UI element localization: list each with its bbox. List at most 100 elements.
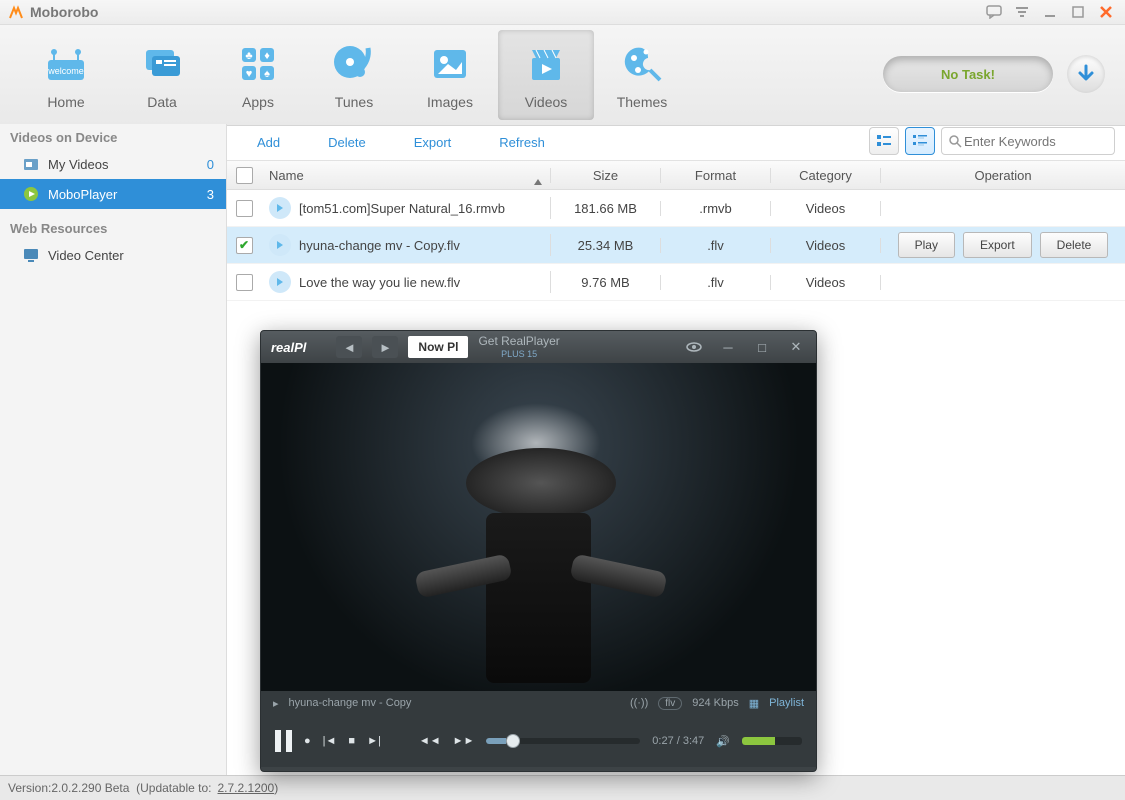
file-size: 181.66 MB xyxy=(551,201,661,216)
view-detail-button[interactable] xyxy=(905,127,935,155)
file-category: Videos xyxy=(771,275,881,290)
nav-label: Tunes xyxy=(335,94,373,110)
svg-text:welcome: welcome xyxy=(47,66,84,76)
sidebar-item-label: MoboPlayer xyxy=(48,187,117,202)
maximize-icon[interactable] xyxy=(1067,3,1089,21)
apps-icon: ♣♦♥♠ xyxy=(234,40,282,88)
version-label: Version: xyxy=(8,781,51,795)
app-title: Moborobo xyxy=(30,4,98,20)
file-format: .flv xyxy=(661,275,771,290)
playlist-icon[interactable]: ▦ xyxy=(749,697,759,710)
col-category[interactable]: Category xyxy=(771,168,881,183)
player-forward-icon[interactable]: ► xyxy=(372,336,398,358)
table-row[interactable]: Love the way you lie new.flv 9.76 MB .fl… xyxy=(227,264,1125,301)
next-button[interactable]: ►| xyxy=(367,735,381,747)
prev-button[interactable]: |◄ xyxy=(323,735,337,747)
file-name: hyuna-change mv - Copy.flv xyxy=(299,238,460,253)
row-export-button[interactable]: Export xyxy=(963,232,1032,258)
action-delete[interactable]: Delete xyxy=(328,135,366,150)
select-all-checkbox[interactable] xyxy=(236,167,253,184)
table-row[interactable]: hyuna-change mv - Copy.flv 25.34 MB .flv… xyxy=(227,227,1125,264)
pause-button[interactable] xyxy=(275,730,292,752)
realplayer-logo: realPl xyxy=(271,340,306,355)
row-checkbox[interactable] xyxy=(236,237,253,254)
player-bitrate: 924 Kbps xyxy=(692,697,738,709)
seek-knob[interactable] xyxy=(506,734,520,748)
video-file-icon xyxy=(269,234,291,256)
codec-badge: flv xyxy=(658,697,682,710)
player-maximize-icon[interactable]: □ xyxy=(752,339,772,355)
file-size: 25.34 MB xyxy=(551,238,661,253)
chat-icon[interactable] xyxy=(983,3,1005,21)
search-input[interactable] xyxy=(962,133,1086,150)
volume-icon[interactable]: 🔊 xyxy=(716,735,730,748)
col-name[interactable]: Name xyxy=(261,168,551,183)
video-file-icon xyxy=(269,271,291,293)
col-format[interactable]: Format xyxy=(661,168,771,183)
view-list-button[interactable] xyxy=(869,127,899,155)
close-icon[interactable] xyxy=(1095,3,1117,21)
playlist-label[interactable]: Playlist xyxy=(769,697,804,709)
row-checkbox[interactable] xyxy=(236,274,253,291)
row-checkbox[interactable] xyxy=(236,200,253,217)
player-minimize-icon[interactable]: ─ xyxy=(718,339,738,355)
sidebar-item-count: 0 xyxy=(207,157,214,172)
task-status-pill[interactable]: No Task! xyxy=(883,56,1053,92)
title-bar: Moborobo xyxy=(0,0,1125,25)
eye-icon[interactable] xyxy=(684,339,704,355)
sidebar-item-myvideos[interactable]: My Videos 0 xyxy=(0,149,226,179)
menu-icon[interactable] xyxy=(1011,3,1033,21)
action-refresh[interactable]: Refresh xyxy=(499,135,545,150)
row-delete-button[interactable]: Delete xyxy=(1040,232,1109,258)
player-close-icon[interactable]: ✕ xyxy=(786,339,806,355)
action-export[interactable]: Export xyxy=(414,135,452,150)
nav-apps[interactable]: ♣♦♥♠ Apps xyxy=(210,30,306,120)
media-player-window[interactable]: realPl ◄ ► Now Pl Get RealPlayerPLUS 15 … xyxy=(260,330,817,772)
sidebar-item-label: My Videos xyxy=(48,157,108,172)
player-now-playing-tab[interactable]: Now Pl xyxy=(408,336,468,358)
player-time: 0:27 / 3:47 xyxy=(652,735,704,747)
row-play-button[interactable]: Play xyxy=(898,232,955,258)
col-size[interactable]: Size xyxy=(551,168,661,183)
stop-button[interactable]: ■ xyxy=(348,735,355,747)
update-link[interactable]: 2.7.2.1200 xyxy=(218,781,275,795)
minimize-icon[interactable] xyxy=(1039,3,1061,21)
sidebar-item-moboplayer[interactable]: MoboPlayer 3 xyxy=(0,179,226,209)
record-button[interactable]: ● xyxy=(304,735,311,747)
status-bar: Version: 2.0.2.290 Beta (Updatable to: 2… xyxy=(0,775,1125,800)
seek-bar[interactable] xyxy=(486,738,640,744)
player-titlebar: realPl ◄ ► Now Pl Get RealPlayerPLUS 15 … xyxy=(261,331,816,363)
svg-text:♠: ♠ xyxy=(264,68,270,80)
sidebar-section-web: Web Resources xyxy=(0,215,226,240)
nav-videos[interactable]: Videos xyxy=(498,30,594,120)
sidebar-section-device: Videos on Device xyxy=(0,124,226,149)
sidebar-item-videocenter[interactable]: Video Center xyxy=(0,240,226,270)
tunes-icon xyxy=(330,40,378,88)
update-suffix: ) xyxy=(274,781,278,795)
nav-label: Data xyxy=(147,94,177,110)
nav-tunes[interactable]: Tunes xyxy=(306,30,402,120)
sidebar-item-count: 3 xyxy=(207,187,214,202)
col-operation[interactable]: Operation xyxy=(881,168,1125,183)
volume-slider[interactable] xyxy=(742,737,802,745)
search-box[interactable] xyxy=(941,127,1115,155)
player-back-icon[interactable]: ◄ xyxy=(336,336,362,358)
themes-icon xyxy=(618,40,666,88)
actions-bar: Add Delete Export Refresh xyxy=(227,124,1125,161)
rewind-button[interactable]: ◄◄ xyxy=(419,735,441,747)
file-format: .rmvb xyxy=(661,201,771,216)
download-button[interactable] xyxy=(1067,55,1105,93)
file-category: Videos xyxy=(771,201,881,216)
nav-label: Images xyxy=(427,94,473,110)
action-add[interactable]: Add xyxy=(257,135,280,150)
nav-themes[interactable]: Themes xyxy=(594,30,690,120)
nav-images[interactable]: Images xyxy=(402,30,498,120)
player-track-title: hyuna-change mv - Copy xyxy=(289,697,412,709)
fastfwd-button[interactable]: ►► xyxy=(453,735,475,747)
table-row[interactable]: [tom51.com]Super Natural_16.rmvb 181.66 … xyxy=(227,190,1125,227)
nav-data[interactable]: Data xyxy=(114,30,210,120)
nav-home[interactable]: welcome Home xyxy=(18,30,114,120)
player-get-link[interactable]: Get RealPlayerPLUS 15 xyxy=(478,335,559,359)
folder-video-icon xyxy=(22,155,40,173)
player-video-area[interactable] xyxy=(261,363,816,691)
